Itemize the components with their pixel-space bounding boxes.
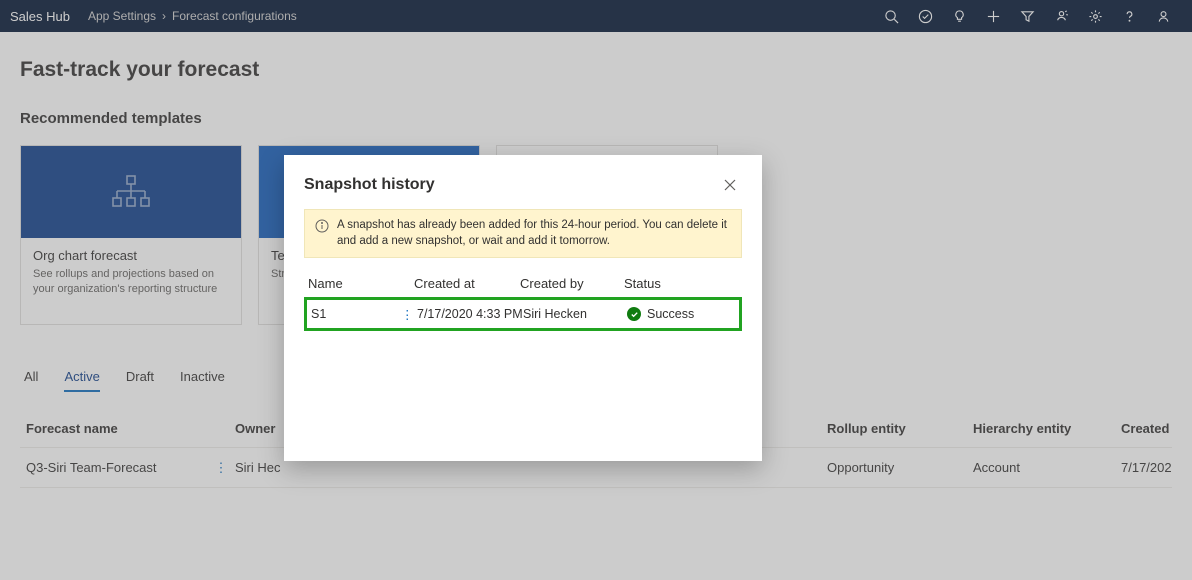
snap-col-by: Created by — [520, 276, 624, 291]
modal-title: Snapshot history — [304, 176, 718, 194]
snapshot-table-header: Name Created at Created by Status — [304, 276, 742, 291]
snapshot-status-cell: Success — [647, 307, 694, 321]
close-icon[interactable] — [718, 173, 742, 197]
snapshot-name-cell: S1 — [311, 307, 401, 321]
info-banner: A snapshot has already been added for th… — [304, 209, 742, 258]
info-text: A snapshot has already been added for th… — [337, 218, 731, 249]
snap-col-created: Created at — [414, 276, 520, 291]
snapshot-history-dialog: Snapshot history A snapshot has already … — [284, 155, 762, 461]
snapshot-row[interactable]: S1 ⋮ 7/17/2020 4:33 PM Siri Hecken Succe… — [304, 297, 742, 331]
snap-col-name: Name — [308, 276, 414, 291]
snapshot-created-cell: 7/17/2020 4:33 PM — [417, 307, 523, 321]
success-icon — [627, 307, 641, 321]
info-icon — [315, 219, 329, 239]
snapshot-by-cell: Siri Hecken — [523, 307, 627, 321]
snap-col-status: Status — [624, 276, 738, 291]
snapshot-row-more-icon[interactable]: ⋮ — [401, 307, 417, 322]
